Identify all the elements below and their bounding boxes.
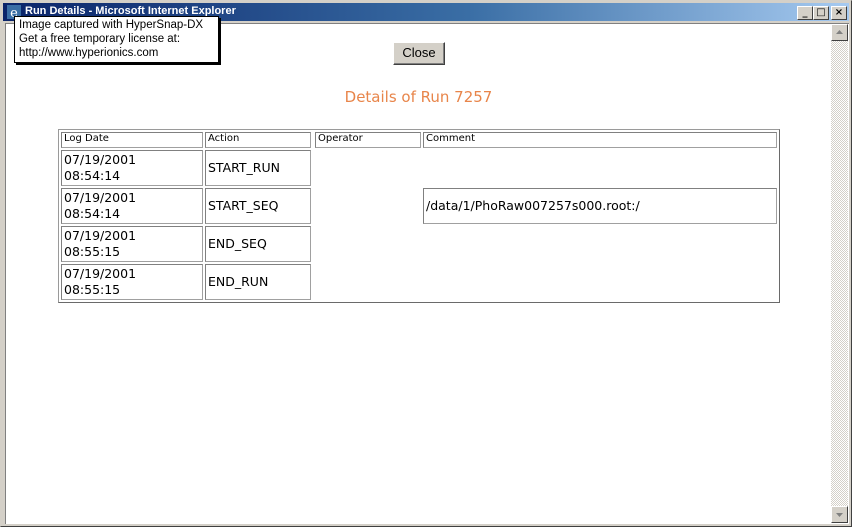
maximize-icon: □	[816, 7, 826, 18]
table-cell-log-date: 07/19/2001 08:54:14	[61, 188, 203, 224]
table-cell-action: START_SEQ	[205, 188, 311, 224]
arrow-down-icon	[836, 513, 843, 517]
browser-client-area: Close Details of Run 7257 Log Date Actio…	[5, 23, 849, 524]
log-time-text: 08:54:14	[64, 168, 121, 183]
vertical-scrollbar[interactable]	[831, 24, 848, 523]
tooltip-line: Get a free temporary license at:	[19, 33, 181, 45]
log-date-text: 07/19/2001	[64, 190, 137, 205]
table-cell-action: END_RUN	[205, 264, 311, 300]
log-date-text: 07/19/2001	[64, 228, 137, 243]
log-time-text: 08:55:15	[64, 244, 121, 259]
table-cell-log-date: 07/19/2001 08:55:15	[61, 264, 203, 300]
browser-window: e Run Details - Microsoft Internet Explo…	[0, 0, 852, 527]
minimize-icon: _	[802, 7, 808, 18]
close-button[interactable]: Close	[393, 42, 445, 65]
minimize-button[interactable]: _	[797, 6, 813, 20]
table-cell-action: END_SEQ	[205, 226, 311, 262]
tooltip-line: http://www.hyperionics.com	[19, 47, 159, 59]
scroll-down-button[interactable]	[831, 506, 848, 523]
page-content: Close Details of Run 7257 Log Date Actio…	[6, 24, 831, 524]
table-cell-log-date: 07/19/2001 08:54:14	[61, 150, 203, 186]
log-time-text: 08:54:14	[64, 206, 121, 221]
page-title: Details of Run 7257	[344, 88, 493, 106]
tooltip-line: Image captured with HyperSnap-DX	[19, 19, 204, 31]
column-header-action: Action	[205, 132, 311, 148]
table-cell-log-date: 07/19/2001 08:55:15	[61, 226, 203, 262]
log-date-text: 07/19/2001	[64, 266, 137, 281]
run-details-table: Log Date Action Operator Comment 07/19/2…	[58, 129, 780, 303]
close-window-button[interactable]: ×	[831, 6, 847, 20]
table-cell-action: START_RUN	[205, 150, 311, 186]
log-date-text: 07/19/2001	[64, 152, 137, 167]
arrow-up-icon	[836, 30, 843, 34]
table-cell-comment: /data/1/PhoRaw007257s000.root:/	[423, 188, 777, 224]
scroll-up-button[interactable]	[831, 24, 848, 41]
column-header-comment: Comment	[423, 132, 777, 148]
capture-tooltip: Image captured with HyperSnap-DX Get a f…	[14, 16, 219, 63]
column-header-log-date: Log Date	[61, 132, 203, 148]
column-header-operator: Operator	[315, 132, 421, 148]
close-icon: ×	[834, 7, 844, 18]
log-time-text: 08:55:15	[64, 282, 121, 297]
maximize-button[interactable]: □	[813, 6, 829, 20]
